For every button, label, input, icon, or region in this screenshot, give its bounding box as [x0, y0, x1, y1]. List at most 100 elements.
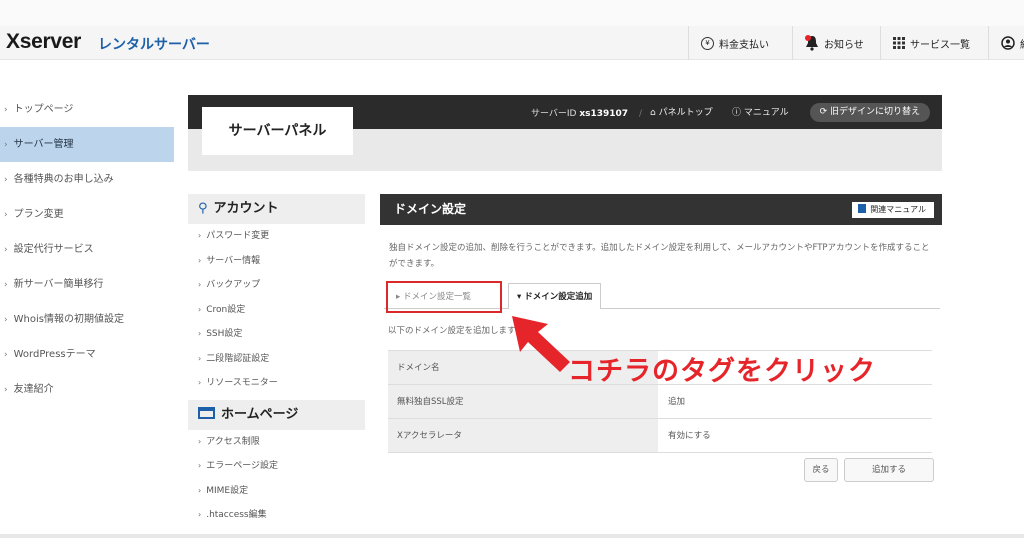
manual-label: マニュアル: [743, 108, 789, 118]
menu-item-label: 二段階認証設定: [206, 353, 270, 364]
homepage-section-heading: ホームページ: [188, 399, 365, 430]
sidebar-item-label: 各種特典のお申し込み: [13, 174, 114, 185]
user-icon: ⚲: [198, 201, 208, 216]
server-id-label: サーバーID: [530, 109, 577, 119]
tab-domain-list[interactable]: ▸ ドメイン設定一覧: [386, 281, 502, 313]
page-title: サーバーパネル: [202, 107, 353, 155]
table-row: 無料独自SSL設定 追加: [388, 385, 932, 419]
chevron-right-icon: ›: [4, 280, 8, 290]
content-title: ドメイン設定: [394, 202, 467, 216]
tab-bar: ▸ ドメイン設定一覧 ▾ ドメイン設定追加: [384, 281, 940, 313]
menu-item-resource-monitor[interactable]: › リソースモニター: [188, 371, 365, 396]
menu-item-backup[interactable]: › バックアップ: [188, 273, 365, 298]
chevron-right-icon: ›: [198, 255, 202, 265]
top-header: Xserver レンタルサーバー ¥ 料金支払い お知らせ サービス一覧 級: [0, 26, 1024, 60]
chevron-right-icon: ›: [198, 280, 202, 289]
panel-top-label: パネルトップ: [658, 108, 713, 118]
menu-item-label: バックアップ: [206, 280, 261, 290]
sidebar-item-wordpress-theme[interactable]: › WordPressテーマ: [0, 337, 174, 372]
menu-item-error-page[interactable]: › エラーページ設定: [188, 454, 365, 479]
menu-item-mime[interactable]: › MIME設定: [188, 479, 365, 504]
chevron-right-icon: ▸: [396, 292, 403, 302]
tab-domain-add[interactable]: ▾ ドメイン設定追加: [508, 283, 602, 309]
menu-item-server-info[interactable]: › サーバー情報: [188, 249, 365, 274]
server-panel-menu: ⚲ アカウント › パスワード変更 › サーバー情報 › バックアップ › Cron設定 …: [188, 194, 365, 528]
chevron-right-icon: ›: [198, 378, 202, 387]
header-account-link[interactable]: 級: [988, 26, 1024, 60]
manual-link[interactable]: ⓘ マニュアル: [732, 105, 789, 118]
related-manual-label: 関連マニュアル: [870, 205, 926, 214]
header-notice-label: お知らせ: [824, 39, 864, 51]
server-panel-header: サーバーID xs139107 / ⌂ パネルトップ ⓘ マニュアル ⟳ 旧デザ…: [188, 95, 942, 171]
sidebar-item-whois-defaults[interactable]: › Whois情報の初期値設定: [0, 302, 174, 337]
tab-domain-list-label: ドメイン設定一覧: [402, 292, 471, 302]
chevron-right-icon: ›: [198, 304, 202, 314]
sidebar-item-label: サーバー管理: [13, 139, 74, 150]
grid-icon: [893, 37, 905, 49]
sidebar-item-label: プラン変更: [13, 209, 64, 220]
menu-item-cron[interactable]: › Cron設定: [188, 298, 365, 323]
menu-item-2fa[interactable]: › 二段階認証設定: [188, 347, 365, 372]
menu-item-label: パスワード変更: [206, 231, 270, 241]
menu-item-password[interactable]: › パスワード変更: [188, 224, 365, 249]
chevron-right-icon: ›: [4, 105, 8, 115]
account-section-heading: ⚲ アカウント: [188, 194, 365, 224]
old-design-label: 旧デザインに切り替え: [829, 107, 920, 117]
row-key: Xアクセラレータ: [388, 419, 658, 452]
header-billing-link[interactable]: ¥ 料金支払い: [688, 26, 769, 60]
header-notice-link[interactable]: お知らせ: [792, 26, 864, 60]
menu-item-label: リソースモニター: [206, 378, 278, 388]
menu-item-ssh[interactable]: › SSH設定: [188, 322, 365, 347]
letterbox-bottom: [0, 534, 1024, 538]
panel-top-link[interactable]: ⌂ パネルトップ: [650, 105, 713, 118]
related-manual-button[interactable]: 関連マニュアル: [852, 202, 934, 218]
chevron-right-icon: ›: [198, 231, 202, 240]
domain-settings-content: ドメイン設定 関連マニュアル 独自ドメイン設定の追加、削除を行うことができます。…: [380, 194, 942, 482]
chevron-right-icon: ›: [4, 245, 8, 255]
sidebar-item-referral[interactable]: › 友達紹介: [0, 372, 174, 407]
yen-circle-icon: ¥: [701, 36, 714, 50]
chevron-right-icon: ›: [198, 353, 202, 363]
chevron-right-icon: ›: [4, 175, 8, 185]
sidebar-item-label: 設定代行サービス: [13, 244, 94, 255]
chevron-right-icon: ›: [198, 485, 202, 495]
sidebar-item-benefits[interactable]: › 各種特典のお申し込み: [0, 162, 174, 197]
chevron-right-icon: ›: [4, 140, 8, 150]
chevron-right-icon: ›: [198, 461, 202, 470]
chevron-right-icon: ›: [198, 329, 202, 338]
description-text: 独自ドメイン設定の追加、削除を行うことができます。追加したドメイン設定を利用して…: [389, 243, 930, 269]
old-design-toggle-button[interactable]: ⟳ 旧デザインに切り替え: [809, 103, 930, 122]
sidebar-item-top-page[interactable]: › トップページ: [0, 92, 174, 127]
sidebar-item-label: 新サーバー簡単移行: [13, 279, 104, 290]
menu-item-htaccess[interactable]: › .htaccess編集: [188, 503, 365, 528]
home-icon: ⌂: [650, 108, 656, 118]
bell-icon: [805, 35, 818, 51]
brand-logo[interactable]: Xserver: [6, 30, 81, 54]
menu-item-label: SSH設定: [206, 329, 243, 339]
sidebar-item-plan-change[interactable]: › プラン変更: [0, 197, 174, 232]
table-row: Xアクセラレータ 有効にする: [388, 419, 932, 453]
sidebar-item-setup-service[interactable]: › 設定代行サービス: [0, 232, 174, 267]
sidebar-item-label: 友達紹介: [13, 384, 54, 395]
brand-logo-subtitle: レンタルサーバー: [98, 37, 210, 53]
left-sidebar: › トップページ › サーバー管理 › 各種特典のお申し込み › プラン変更 › 設定代行…: [0, 92, 174, 407]
menu-item-access-limit[interactable]: › アクセス制限: [188, 430, 365, 455]
browser-window-icon: [198, 406, 215, 419]
chevron-right-icon: ›: [198, 510, 202, 519]
annotation-text: コチラのタグをクリック: [568, 356, 876, 387]
header-services-link[interactable]: サービス一覧: [880, 26, 970, 60]
menu-item-label: サーバー情報: [206, 255, 261, 266]
server-id-value: xs139107: [579, 109, 629, 119]
back-button[interactable]: 戻る: [804, 458, 838, 482]
sidebar-item-server-migration[interactable]: › 新サーバー簡単移行: [0, 267, 174, 302]
menu-item-label: エラーページ設定: [206, 461, 279, 471]
header-account-label: 級: [1020, 36, 1024, 51]
divider: /: [638, 109, 642, 119]
content-title-bar: ドメイン設定 関連マニュアル: [380, 194, 942, 225]
row-value: 有効にする: [668, 431, 711, 441]
chevron-right-icon: ›: [4, 210, 8, 220]
menu-item-label: .htaccess編集: [206, 510, 267, 520]
sidebar-item-server-management[interactable]: › サーバー管理: [0, 127, 174, 162]
chevron-right-icon: ›: [4, 315, 8, 325]
add-button[interactable]: 追加する: [844, 458, 934, 482]
